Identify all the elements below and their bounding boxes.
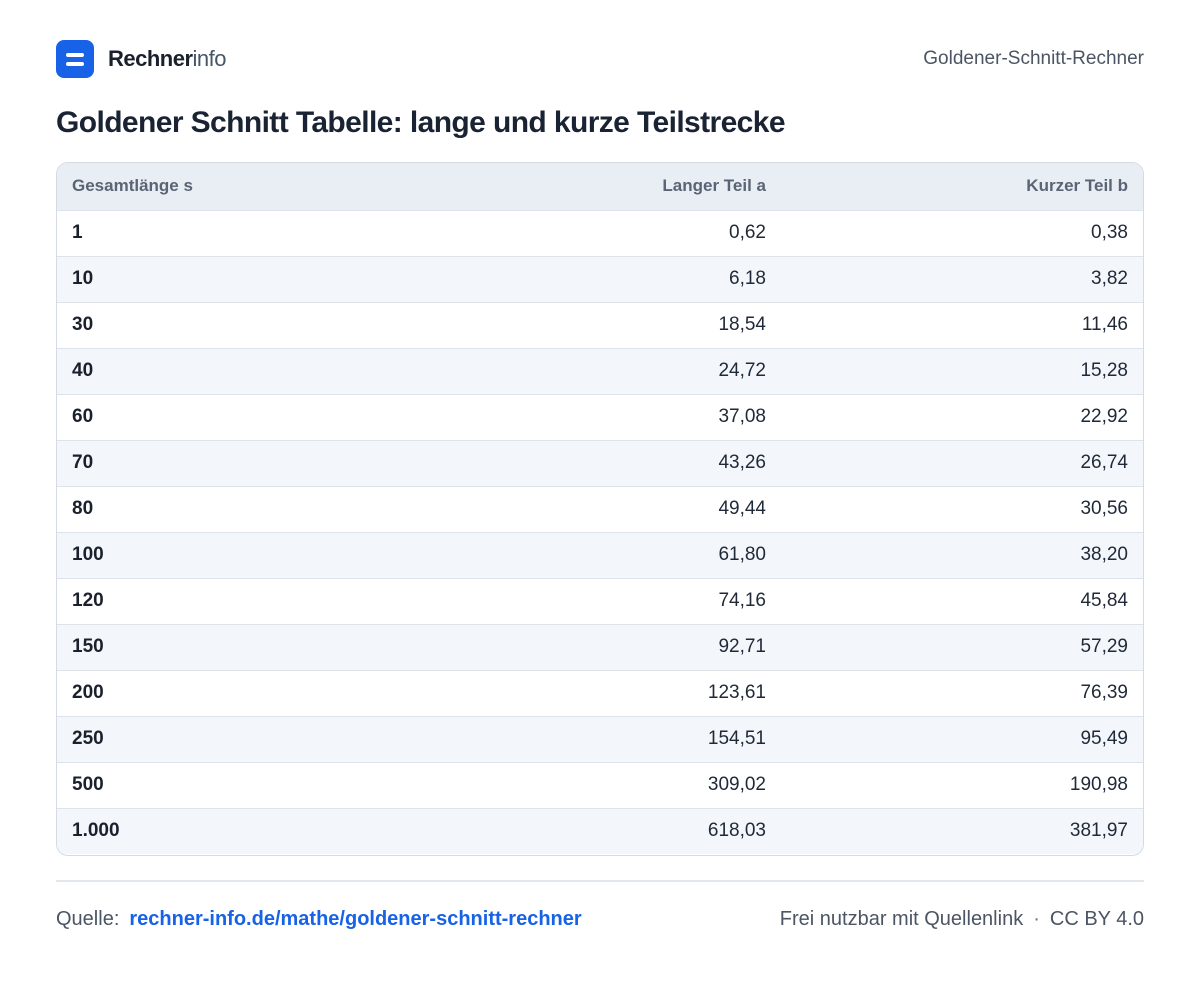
cell-long-part: 24,72 xyxy=(718,360,766,381)
footer-divider xyxy=(56,880,1144,882)
cell-total-length: 10 xyxy=(72,268,94,289)
cell-total-length: 100 xyxy=(72,544,104,565)
cell-long-part: 309,02 xyxy=(707,774,766,795)
table-row: 200 123,61 76,39 xyxy=(57,670,1143,716)
table-row: 100 61,80 38,20 xyxy=(57,532,1143,578)
cell-long-part: 49,44 xyxy=(718,498,766,519)
table-row: 30 18,54 11,46 xyxy=(57,302,1143,348)
cell-long-part: 37,08 xyxy=(718,406,766,427)
table-row: 150 92,71 57,29 xyxy=(57,624,1143,670)
cell-long-part: 618,03 xyxy=(707,820,766,842)
separator-dot: · xyxy=(1033,907,1040,930)
cell-total-length: 1 xyxy=(72,222,83,243)
brand-name-strong: Rechner xyxy=(108,46,193,71)
table-row: 60 37,08 22,92 xyxy=(57,394,1143,440)
license-text: Frei nutzbar mit Quellenlink xyxy=(779,907,1024,930)
table-row: 40 24,72 15,28 xyxy=(57,348,1143,394)
source-link[interactable]: rechner-info.de/mathe/goldener-schnitt-r… xyxy=(129,908,581,931)
cell-short-part: 57,29 xyxy=(1080,636,1128,657)
cell-total-length: 500 xyxy=(72,774,104,795)
cell-total-length: 1.000 xyxy=(72,820,120,842)
column-header-long-part: Langer Teil a xyxy=(662,176,766,196)
cell-long-part: 61,80 xyxy=(718,544,766,565)
cell-total-length: 250 xyxy=(72,728,104,749)
cell-short-part: 381,97 xyxy=(1069,820,1128,842)
cell-short-part: 11,46 xyxy=(1081,314,1128,335)
table-row: 120 74,16 45,84 xyxy=(57,578,1143,624)
cell-total-length: 40 xyxy=(72,360,94,381)
cell-short-part: 95,49 xyxy=(1080,728,1128,749)
license-name: CC BY 4.0 xyxy=(1049,907,1144,930)
cell-total-length: 30 xyxy=(72,314,94,335)
cell-short-part: 3,82 xyxy=(1091,268,1128,289)
cell-long-part: 154,51 xyxy=(707,728,766,749)
page-title: Goldener Schnitt Tabelle: lange und kurz… xyxy=(56,106,786,139)
table-row: 80 49,44 30,56 xyxy=(57,486,1143,532)
cell-long-part: 74,16 xyxy=(718,590,766,611)
cell-short-part: 38,20 xyxy=(1080,544,1128,565)
cell-total-length: 200 xyxy=(72,682,104,703)
cell-short-part: 190,98 xyxy=(1069,774,1128,795)
page-footer: Quelle: rechner-info.de/mathe/goldener-s… xyxy=(56,904,1144,934)
license-info: Frei nutzbar mit Quellenlink · CC BY 4.0 xyxy=(780,908,1144,931)
cell-total-length: 150 xyxy=(72,636,104,657)
cell-short-part: 22,92 xyxy=(1080,406,1128,427)
table-row: 70 43,26 26,74 xyxy=(57,440,1143,486)
brand-logo[interactable]: Rechnerinfo xyxy=(56,40,227,78)
brand-name-light: info xyxy=(192,46,227,71)
cell-long-part: 6,18 xyxy=(729,268,766,289)
cell-long-part: 92,71 xyxy=(718,636,766,657)
column-header-total-length: Gesamtlänge s xyxy=(72,176,193,196)
table-row: 1.000 618,03 381,97 xyxy=(57,808,1143,854)
cell-short-part: 15,28 xyxy=(1080,360,1128,381)
cell-short-part: 26,74 xyxy=(1080,452,1128,473)
source-label: Quelle: xyxy=(56,907,120,930)
page-header: Rechnerinfo Goldener-Schnitt-Rechner xyxy=(56,40,1144,78)
cell-long-part: 123,61 xyxy=(707,682,766,703)
cell-long-part: 0,62 xyxy=(729,222,766,243)
cell-total-length: 60 xyxy=(72,406,94,427)
cell-short-part: 45,84 xyxy=(1080,590,1128,611)
cell-short-part: 76,39 xyxy=(1080,682,1128,703)
source-attribution: Quelle: rechner-info.de/mathe/goldener-s… xyxy=(56,908,582,931)
table-row: 250 154,51 95,49 xyxy=(57,716,1143,762)
cell-total-length: 80 xyxy=(72,498,94,519)
cell-long-part: 43,26 xyxy=(718,452,766,473)
calculator-logo-icon xyxy=(56,40,94,78)
cell-short-part: 0,38 xyxy=(1091,222,1128,243)
table-row: 10 6,18 3,82 xyxy=(57,256,1143,302)
cell-short-part: 30,56 xyxy=(1080,498,1128,519)
cell-long-part: 18,54 xyxy=(718,314,766,335)
table-header-row: Gesamtlänge s Langer Teil a Kurzer Teil … xyxy=(57,163,1143,210)
cell-total-length: 70 xyxy=(72,452,94,473)
cell-total-length: 120 xyxy=(72,590,104,611)
table-row: 500 309,02 190,98 xyxy=(57,762,1143,808)
brand-name: Rechnerinfo xyxy=(108,46,227,72)
table-row: 1 0,62 0,38 xyxy=(57,210,1143,256)
column-header-short-part: Kurzer Teil b xyxy=(1026,176,1128,196)
golden-ratio-table: Gesamtlänge s Langer Teil a Kurzer Teil … xyxy=(56,162,1144,856)
calculator-name: Goldener-Schnitt-Rechner xyxy=(923,48,1144,69)
